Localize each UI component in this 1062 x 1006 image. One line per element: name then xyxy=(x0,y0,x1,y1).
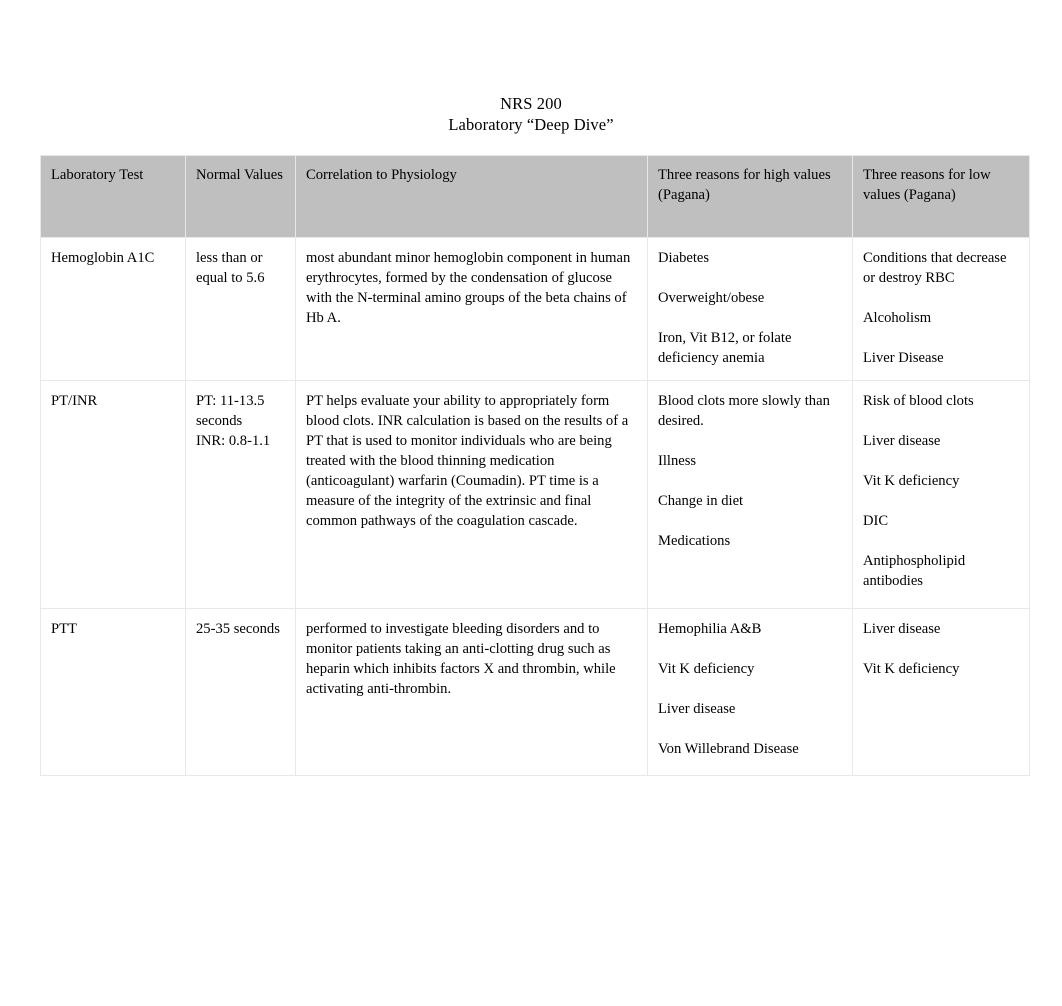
table-header-row: Laboratory Test Normal Values Correlatio… xyxy=(40,155,1030,238)
page-title: NRS 200 Laboratory “Deep Dive” xyxy=(0,94,1062,135)
cell-laboratory-test: PT/INR xyxy=(40,380,186,609)
laboratory-test-name: Hemoglobin A1C xyxy=(51,250,155,266)
laboratory-test-name: PT/INR xyxy=(51,393,98,409)
table-body: Hemoglobin A1C less than or equal to 5.6… xyxy=(40,237,1030,776)
list-item: Hemophilia A&B xyxy=(658,621,762,637)
title-line-course: NRS 200 xyxy=(500,94,562,113)
normal-values-text: 25-35 seconds xyxy=(196,621,280,637)
column-header-label: Three reasons for high values (Pagana) xyxy=(658,167,831,203)
cell-low-values: Conditions that decrease or destroy RBC … xyxy=(852,237,1030,381)
cell-correlation: PT helps evaluate your ability to approp… xyxy=(295,380,648,609)
list-item: Blood clots more slowly than desired. xyxy=(658,393,830,429)
list-item: Antiphospholipid antibodies xyxy=(863,553,966,589)
document-page: NRS 200 Laboratory “Deep Dive” Laborator… xyxy=(0,0,1062,1006)
list-item: DIC xyxy=(863,513,889,529)
title-line-subtitle: Laboratory “Deep Dive” xyxy=(448,114,614,134)
column-header-low-values: Three reasons for low values (Pagana) xyxy=(852,155,1030,238)
column-header-normal-values: Normal Values xyxy=(185,155,296,238)
column-header-label: Laboratory Test xyxy=(51,167,144,183)
correlation-text: most abundant minor hemoglobin component… xyxy=(306,250,631,326)
table-row: PTT 25-35 seconds performed to investiga… xyxy=(40,608,1030,776)
cell-normal-values: PT: 11-13.5 seconds INR: 0.8-1.1 xyxy=(185,380,296,609)
normal-values-text: less than or equal to 5.6 xyxy=(196,250,265,286)
cell-low-values: Risk of blood clots Liver disease Vit K … xyxy=(852,380,1030,609)
table-row: Hemoglobin A1C less than or equal to 5.6… xyxy=(40,237,1030,381)
list-item: Risk of blood clots xyxy=(863,393,974,409)
low-values-list: Conditions that decrease or destroy RBC … xyxy=(863,248,1021,368)
list-item: Overweight/obese xyxy=(658,290,765,306)
cell-high-values: Blood clots more slowly than desired. Il… xyxy=(647,380,853,609)
correlation-text: PT helps evaluate your ability to approp… xyxy=(306,393,629,529)
list-item: Iron, Vit B12, or folate deficiency anem… xyxy=(658,330,792,366)
cell-high-values: Diabetes Overweight/obese Iron, Vit B12,… xyxy=(647,237,853,381)
list-item: Von Willebrand Disease xyxy=(658,741,799,757)
list-item: Diabetes xyxy=(658,250,710,266)
laboratory-test-name: PTT xyxy=(51,621,77,637)
list-item: Change in diet xyxy=(658,493,744,509)
list-item: Vit K deficiency xyxy=(863,661,960,677)
table-row: PT/INR PT: 11-13.5 seconds INR: 0.8-1.1 … xyxy=(40,380,1030,609)
cell-normal-values: less than or equal to 5.6 xyxy=(185,237,296,381)
column-header-laboratory-test: Laboratory Test xyxy=(40,155,186,238)
list-item: Conditions that decrease or destroy RBC xyxy=(863,250,1007,286)
laboratory-values-table: Laboratory Test Normal Values Correlatio… xyxy=(40,155,1030,776)
high-values-list: Hemophilia A&B Vit K deficiency Liver di… xyxy=(658,619,844,759)
cell-laboratory-test: Hemoglobin A1C xyxy=(40,237,186,381)
column-header-correlation-to-physiology: Correlation to Physiology xyxy=(295,155,648,238)
list-item: Alcoholism xyxy=(863,310,932,326)
list-item: Liver disease xyxy=(863,621,941,637)
cell-laboratory-test: PTT xyxy=(40,608,186,776)
cell-correlation: most abundant minor hemoglobin component… xyxy=(295,237,648,381)
low-values-list: Risk of blood clots Liver disease Vit K … xyxy=(863,391,1021,591)
table-header: Laboratory Test Normal Values Correlatio… xyxy=(40,155,1030,238)
list-item: Liver disease xyxy=(658,701,736,717)
column-header-label: Three reasons for low values (Pagana) xyxy=(863,167,991,203)
cell-normal-values: 25-35 seconds xyxy=(185,608,296,776)
high-values-list: Blood clots more slowly than desired. Il… xyxy=(658,391,844,551)
low-values-list: Liver disease Vit K deficiency xyxy=(863,619,1021,679)
high-values-list: Diabetes Overweight/obese Iron, Vit B12,… xyxy=(658,248,844,368)
cell-low-values: Liver disease Vit K deficiency xyxy=(852,608,1030,776)
cell-high-values: Hemophilia A&B Vit K deficiency Liver di… xyxy=(647,608,853,776)
list-item: Medications xyxy=(658,533,731,549)
list-item: Liver disease xyxy=(863,433,941,449)
column-header-high-values: Three reasons for high values (Pagana) xyxy=(647,155,853,238)
list-item: Vit K deficiency xyxy=(658,661,755,677)
column-header-label: Normal Values xyxy=(196,167,283,183)
list-item: Vit K deficiency xyxy=(863,473,960,489)
list-item: Liver Disease xyxy=(863,350,944,366)
cell-correlation: performed to investigate bleeding disord… xyxy=(295,608,648,776)
column-header-label: Correlation to Physiology xyxy=(306,167,457,183)
correlation-text: performed to investigate bleeding disord… xyxy=(306,621,616,697)
normal-values-text: PT: 11-13.5 seconds INR: 0.8-1.1 xyxy=(196,393,271,449)
list-item: Illness xyxy=(658,453,697,469)
